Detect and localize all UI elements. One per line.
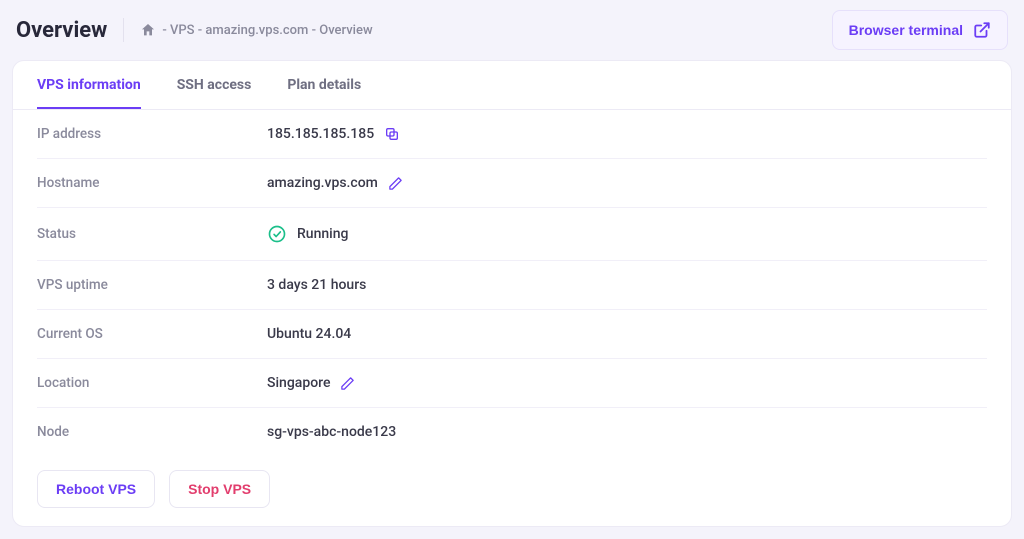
os-value: Ubuntu 24.04 bbox=[267, 326, 351, 342]
tab-bar: VPS information SSH access Plan details bbox=[13, 61, 1011, 110]
stop-vps-button[interactable]: Stop VPS bbox=[169, 470, 270, 508]
tab-vps-information[interactable]: VPS information bbox=[37, 77, 141, 109]
hostname-value: amazing.vps.com bbox=[267, 175, 378, 191]
edit-icon[interactable] bbox=[388, 176, 403, 191]
info-rows: IP address 185.185.185.185 Hostname amaz… bbox=[13, 110, 1011, 456]
page-header: Overview - VPS - amazing.vps.com - Overv… bbox=[12, 10, 1012, 50]
hostname-label: Hostname bbox=[37, 175, 267, 191]
status-value: Running bbox=[297, 226, 348, 242]
home-icon[interactable] bbox=[140, 22, 156, 38]
row-node: Node sg-vps-abc-node123 bbox=[37, 408, 987, 456]
ip-address-label: IP address bbox=[37, 126, 267, 142]
tab-ssh-access[interactable]: SSH access bbox=[177, 77, 252, 109]
os-label: Current OS bbox=[37, 326, 267, 342]
vps-card: VPS information SSH access Plan details … bbox=[12, 60, 1012, 527]
tab-plan-details[interactable]: Plan details bbox=[287, 77, 361, 109]
row-uptime: VPS uptime 3 days 21 hours bbox=[37, 261, 987, 310]
action-bar: Reboot VPS Stop VPS bbox=[13, 456, 1011, 508]
row-location: Location Singapore bbox=[37, 359, 987, 408]
row-current-os: Current OS Ubuntu 24.04 bbox=[37, 310, 987, 359]
uptime-value: 3 days 21 hours bbox=[267, 277, 366, 293]
status-running-icon bbox=[267, 224, 287, 244]
browser-terminal-button[interactable]: Browser terminal bbox=[832, 10, 1008, 50]
header-divider bbox=[123, 18, 124, 42]
copy-icon[interactable] bbox=[384, 126, 400, 142]
row-status: Status Running bbox=[37, 208, 987, 261]
status-label: Status bbox=[37, 226, 267, 242]
node-value: sg-vps-abc-node123 bbox=[267, 424, 396, 440]
node-label: Node bbox=[37, 424, 267, 440]
uptime-label: VPS uptime bbox=[37, 277, 267, 293]
row-hostname: Hostname amazing.vps.com bbox=[37, 159, 987, 208]
browser-terminal-label: Browser terminal bbox=[849, 22, 963, 38]
location-label: Location bbox=[37, 375, 267, 391]
header-left: Overview - VPS - amazing.vps.com - Overv… bbox=[16, 18, 373, 43]
reboot-vps-button[interactable]: Reboot VPS bbox=[37, 470, 155, 508]
external-link-icon bbox=[973, 21, 991, 39]
edit-icon[interactable] bbox=[340, 376, 355, 391]
page-title: Overview bbox=[16, 18, 107, 43]
location-value: Singapore bbox=[267, 375, 330, 391]
ip-address-value: 185.185.185.185 bbox=[267, 126, 374, 142]
row-ip-address: IP address 185.185.185.185 bbox=[37, 110, 987, 159]
breadcrumb: - VPS - amazing.vps.com - Overview bbox=[140, 22, 372, 38]
breadcrumb-text: - VPS - amazing.vps.com - Overview bbox=[162, 23, 372, 38]
